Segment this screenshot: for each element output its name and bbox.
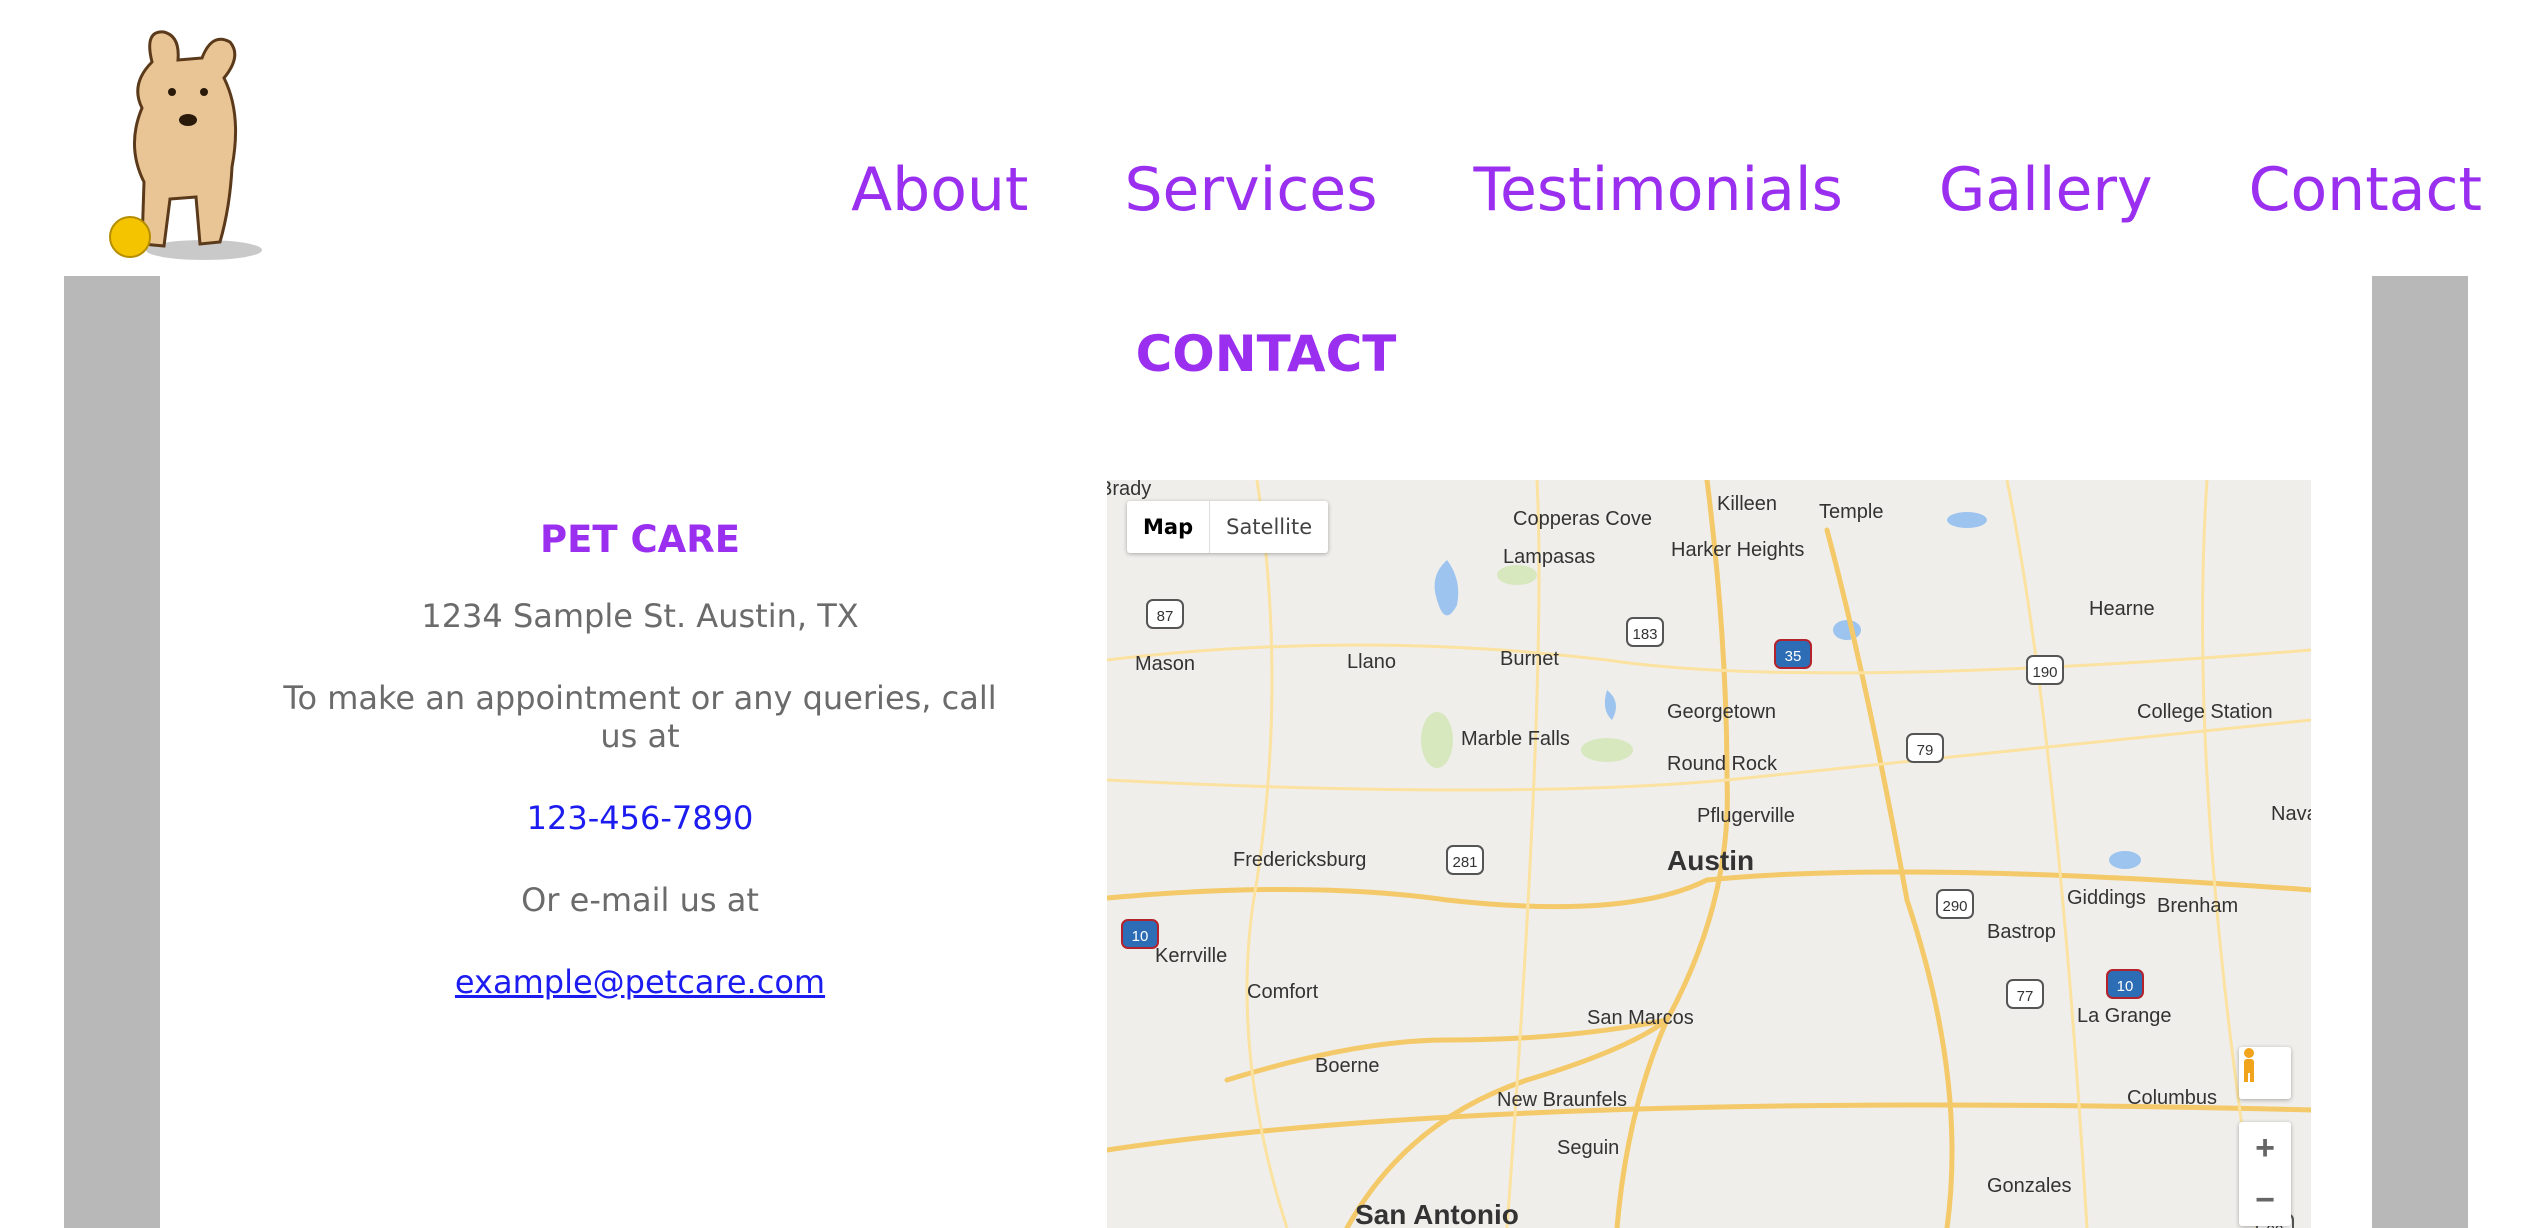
highway-shield: 281 — [1446, 845, 1484, 875]
svg-text:77: 77 — [2017, 988, 2034, 1005]
nav-about[interactable]: About — [851, 160, 1028, 220]
map-place-label: Brady — [1107, 480, 1151, 500]
highway-shield: 87 — [1146, 599, 1184, 629]
email-link[interactable]: example@petcare.com — [260, 963, 1020, 1001]
main-nav: About Services Testimonials Gallery Cont… — [851, 160, 2482, 220]
map-place-label: Llano — [1347, 651, 1396, 673]
map-place-label: Pflugerville — [1697, 805, 1795, 827]
map-place-label: College Station — [2137, 701, 2273, 723]
map-place-label: Killeen — [1717, 493, 1777, 515]
map-canvas[interactable]: Brady Killeen Copperas Cove Temple Lampasas H… — [1107, 480, 2311, 1228]
map-place-label: Comfort — [1247, 981, 1319, 1003]
svg-text:190: 190 — [2032, 664, 2057, 681]
highway-shield: 183 — [1626, 617, 1664, 647]
zoom-control: + − — [2239, 1122, 2291, 1226]
svg-text:10: 10 — [2117, 978, 2134, 995]
svg-text:35: 35 — [1785, 648, 1802, 665]
map-place-label: Georgetown — [1667, 701, 1776, 723]
map-place-label: Nava — [2271, 803, 2311, 825]
phone-link[interactable]: 123-456-7890 — [260, 799, 1020, 837]
highway-shield: 10 — [1121, 919, 1159, 949]
page-title: CONTACT — [1135, 325, 1397, 383]
map-place-label: Burnet — [1500, 648, 1559, 670]
pegman-icon[interactable] — [2239, 1047, 2291, 1099]
highway-shield: 35 — [1774, 639, 1812, 669]
nav-gallery[interactable]: Gallery — [1939, 160, 2153, 220]
business-name: PET CARE — [539, 518, 741, 561]
puppy-logo[interactable] — [92, 22, 272, 267]
svg-text:10: 10 — [1132, 928, 1149, 945]
map-place-label: San Antonio — [1355, 1199, 1519, 1228]
address: 1234 Sample St. Austin, TX — [421, 597, 859, 635]
svg-text:281: 281 — [1452, 854, 1477, 871]
zoom-out-button[interactable]: − — [2239, 1174, 2291, 1226]
map-place-label: New Braunfels — [1497, 1089, 1627, 1111]
map-place-label: Bastrop — [1987, 921, 2056, 943]
svg-text:87: 87 — [1157, 608, 1174, 625]
map-place-label: Hearne — [2089, 598, 2155, 620]
highway-shield: 190 — [2026, 655, 2064, 685]
map-place-label: Fredericksburg — [1233, 849, 1366, 871]
highway-shield: 290 — [1936, 889, 1974, 919]
nav-testimonials[interactable]: Testimonials — [1473, 160, 1842, 220]
svg-text:183: 183 — [1632, 626, 1657, 643]
map-place-label: La Grange — [2077, 1005, 2172, 1027]
map-place-label: Giddings — [2067, 887, 2146, 909]
svg-text:290: 290 — [1942, 898, 1967, 915]
highway-shield: 77 — [2006, 979, 2044, 1009]
highway-shield: 79 — [1906, 733, 1944, 763]
map-place-label: Seguin — [1557, 1137, 1619, 1159]
email-prompt: Or e-mail us at — [521, 881, 759, 919]
satellite-view-button[interactable]: Satellite — [1210, 501, 1328, 553]
map-embed[interactable]: Brady Killeen Copperas Cove Temple Lampasas H… — [1107, 480, 2311, 1228]
map-place-label: Copperas Cove — [1513, 508, 1652, 530]
contact-info: PET CARE 1234 Sample St. Austin, TX To m… — [260, 518, 1020, 1045]
appointment-text: To make an appointment or any queries, c… — [283, 679, 997, 755]
map-place-label: San Marcos — [1587, 1007, 1694, 1029]
map-place-label: Round Rock — [1667, 753, 1778, 775]
svg-text:79: 79 — [1917, 742, 1934, 759]
zoom-in-button[interactable]: + — [2239, 1122, 2291, 1174]
map-place-label: Kerrville — [1155, 945, 1227, 967]
map-place-label: Marble Falls — [1461, 728, 1570, 750]
map-type-control: Map Satellite — [1127, 501, 1329, 553]
map-place-label: Harker Heights — [1671, 539, 1804, 561]
map-place-label: Lampasas — [1503, 546, 1595, 568]
nav-services[interactable]: Services — [1124, 160, 1377, 220]
highway-shield: 10 — [2106, 969, 2144, 999]
map-place-label: Gonzales — [1987, 1175, 2072, 1197]
map-place-label: Temple — [1819, 501, 1883, 523]
map-place-label: Austin — [1667, 845, 1754, 876]
nav-contact[interactable]: Contact — [2249, 160, 2482, 220]
map-place-label: Boerne — [1315, 1055, 1380, 1077]
map-place-label: Columbus — [2127, 1087, 2217, 1109]
map-place-label: Brenham — [2157, 895, 2238, 917]
map-place-label: Mason — [1135, 653, 1195, 675]
map-view-button[interactable]: Map — [1127, 501, 1211, 553]
